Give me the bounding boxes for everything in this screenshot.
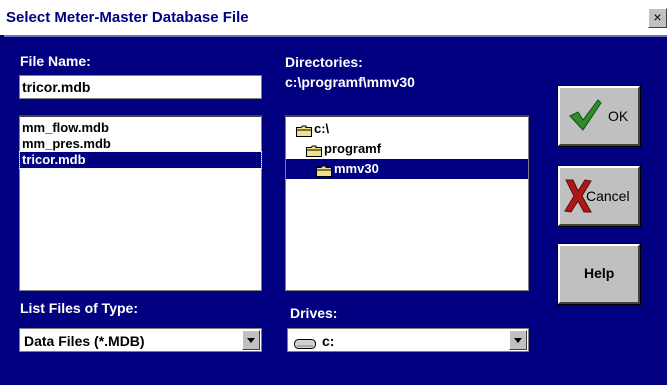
- file-list[interactable]: mm_flow.mdb mm_pres.mdb tricor.mdb: [19, 115, 262, 291]
- hard-drive-icon: [294, 336, 316, 354]
- chevron-down-icon[interactable]: [242, 330, 260, 350]
- help-label: Help: [584, 265, 615, 281]
- file-list-item[interactable]: mm_flow.mdb: [20, 120, 261, 136]
- drives-value: c:: [322, 333, 335, 349]
- directories-label: Directories:: [285, 54, 363, 70]
- close-icon: ×: [653, 9, 662, 25]
- folder-icon: [316, 163, 332, 177]
- ok-button[interactable]: OK: [557, 85, 641, 147]
- directory-item[interactable]: programf: [286, 139, 528, 159]
- drives-label: Drives:: [290, 305, 338, 321]
- file-name-input[interactable]: tricor.mdb: [19, 75, 262, 99]
- chevron-down-icon[interactable]: [509, 330, 527, 350]
- file-type-select[interactable]: Data Files (*.MDB): [19, 328, 262, 352]
- directory-item[interactable]: c:\: [286, 119, 528, 139]
- dialog-window: Select Meter-Master Database File × File…: [0, 0, 667, 385]
- file-type-value: Data Files (*.MDB): [24, 333, 145, 349]
- folder-icon: [296, 123, 312, 137]
- title-bar: Select Meter-Master Database File ×: [0, 0, 667, 35]
- directory-item-label: programf: [324, 141, 382, 156]
- current-directory-path: c:\programf\mmv30: [285, 74, 415, 90]
- drives-select[interactable]: c:: [287, 328, 529, 352]
- file-list-item[interactable]: mm_pres.mdb: [20, 136, 261, 152]
- help-button[interactable]: Help: [557, 243, 641, 305]
- file-list-item[interactable]: tricor.mdb: [19, 151, 262, 169]
- cancel-label: Cancel: [586, 188, 630, 204]
- green-checkmark-icon: [568, 98, 602, 137]
- close-button[interactable]: ×: [648, 8, 667, 28]
- directory-item-label: mmv30: [334, 161, 379, 176]
- directory-item[interactable]: mmv30: [286, 159, 528, 179]
- cancel-button[interactable]: Cancel: [557, 165, 641, 227]
- ok-label: OK: [608, 108, 629, 124]
- directory-tree[interactable]: c:\ programf mmv30: [285, 115, 529, 291]
- window-title: Select Meter-Master Database File: [6, 9, 249, 26]
- file-name-label: File Name:: [20, 53, 91, 69]
- directory-item-label: c:\: [314, 121, 330, 136]
- folder-icon: [306, 143, 322, 157]
- file-type-label: List Files of Type:: [20, 300, 138, 316]
